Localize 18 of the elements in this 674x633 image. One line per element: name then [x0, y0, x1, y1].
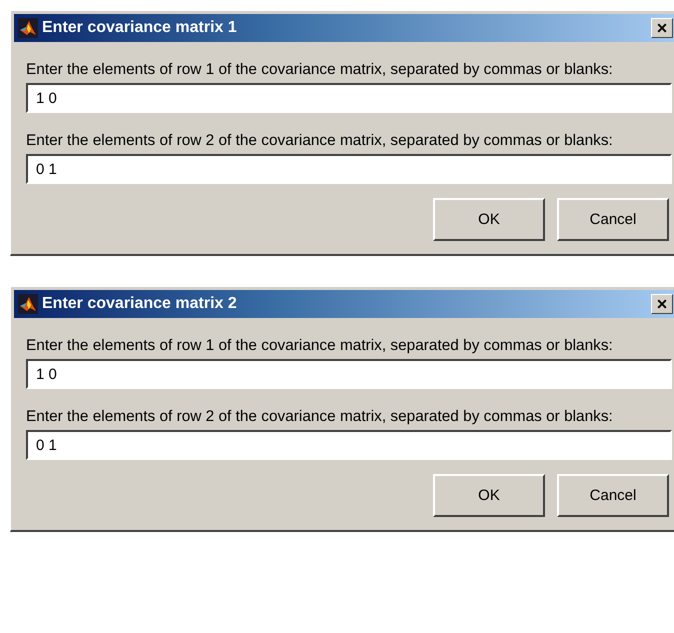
window-title: Enter covariance matrix 1	[42, 19, 238, 37]
logo-icon	[18, 294, 38, 314]
field-label: Enter the elements of row 2 of the covariance matrix, separated by commas or blanks:	[26, 131, 614, 151]
close-button[interactable]: ×	[651, 18, 673, 38]
field-label: Enter the elements of row 1 of the covariance matrix, separated by commas or blanks:	[26, 60, 614, 80]
logo-icon	[18, 18, 38, 38]
window-title: Enter covariance matrix 2	[42, 295, 238, 313]
input-field[interactable]: 1 0	[26, 83, 672, 113]
field-label: Enter the elements of row 1 of the covariance matrix, separated by commas or blanks:	[26, 336, 614, 356]
cancel-button[interactable]: Cancel	[557, 474, 669, 517]
input-field[interactable]: 0 1	[26, 430, 672, 460]
input-field[interactable]: 1 0	[26, 359, 672, 389]
input-field[interactable]: 0 1	[26, 154, 672, 184]
close-button[interactable]: ×	[651, 294, 673, 314]
ok-button[interactable]: OK	[433, 198, 545, 241]
field-label: Enter the elements of row 2 of the covariance matrix, separated by commas or blanks:	[26, 407, 614, 427]
cancel-button[interactable]: Cancel	[557, 198, 669, 241]
ok-button[interactable]: OK	[433, 474, 545, 517]
